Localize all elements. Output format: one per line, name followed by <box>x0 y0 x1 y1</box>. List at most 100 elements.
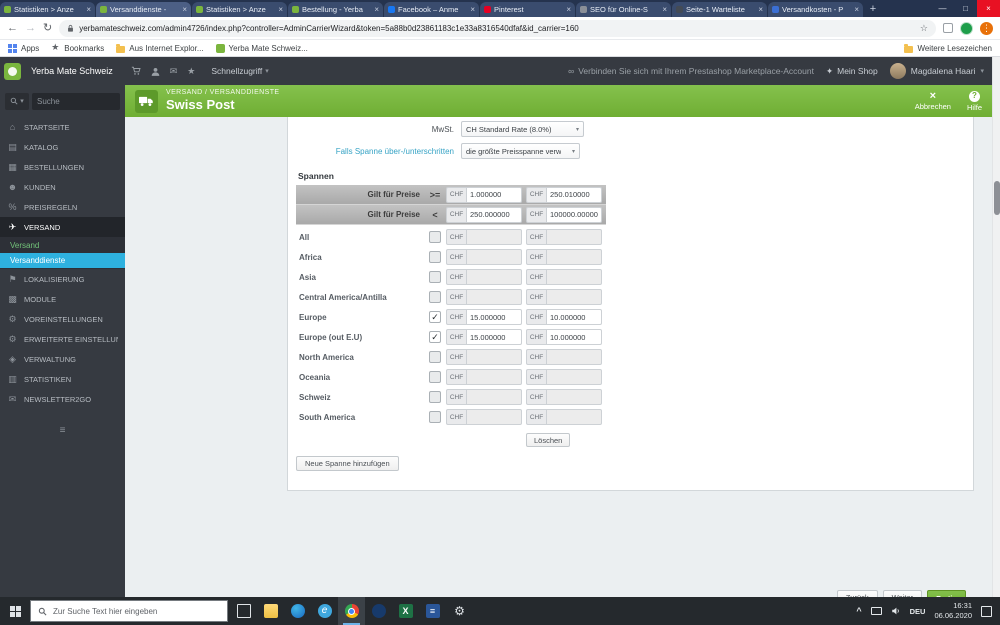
zone-price-range1-input[interactable] <box>466 229 522 245</box>
range2-lower-input[interactable] <box>546 186 602 203</box>
bookmark-item[interactable]: Aus Internet Explor... <box>116 43 204 53</box>
action-center-icon[interactable] <box>981 605 992 617</box>
sidebar-item-shipping[interactable]: ✈ VERSAND <box>0 217 125 237</box>
browser-menu-icon[interactable]: ⋮ <box>980 21 993 35</box>
bookmark-item[interactable]: Yerba Mate Schweiz... <box>215 43 308 53</box>
sidebar-item-advanced[interactable]: ⚙ ERWEITERTE EINSTELLUN... <box>0 329 125 349</box>
tab-close-icon[interactable]: × <box>854 5 859 14</box>
zone-checkbox[interactable] <box>429 351 441 363</box>
tab-close-icon[interactable]: × <box>182 5 187 14</box>
zone-price-range2-input[interactable] <box>546 249 602 265</box>
speaker-icon[interactable] <box>891 606 901 616</box>
clock[interactable]: 16:31 06.06.2020 <box>934 601 972 621</box>
range-behavior-select[interactable]: die größte Preisspanne verw ▾ <box>461 143 580 159</box>
shop-name-link[interactable]: Yerba Mate Schweiz <box>31 66 113 76</box>
taskbar-search[interactable]: Zur Suche Text hier eingeben <box>30 600 228 622</box>
tax-select[interactable]: CH Standard Rate (8.0%) ▾ <box>461 121 584 137</box>
range1-lower-input[interactable] <box>466 186 522 203</box>
zone-price-range2-input[interactable] <box>546 369 602 385</box>
zone-checkbox[interactable]: ✓ <box>429 331 441 343</box>
customers-icon[interactable] <box>151 67 160 76</box>
taskbar-app-writer[interactable] <box>419 597 446 625</box>
quick-access-menu[interactable]: Schnellzugriff ▾ <box>211 66 268 76</box>
sidebar-item-modules[interactable]: ▩ MODULE <box>0 289 125 309</box>
zone-checkbox[interactable] <box>429 291 441 303</box>
zone-price-range2-input[interactable] <box>546 269 602 285</box>
tab-close-icon[interactable]: × <box>662 5 667 14</box>
sidebar-subitem[interactable]: Versand <box>0 238 125 253</box>
sidebar-item-orders[interactable]: ▦ BESTELLUNGEN <box>0 157 125 177</box>
sidebar-collapse-icon[interactable]: ≡ <box>0 425 125 436</box>
bookmark-item[interactable]: Apps <box>8 43 39 53</box>
breadcrumb[interactable]: VERSAND / VERSANDDIENSTE <box>166 89 279 98</box>
taskbar-app-settings[interactable] <box>446 597 473 625</box>
taskbar-app-ie[interactable] <box>311 597 338 625</box>
keyboard-language[interactable]: DEU <box>910 607 926 616</box>
tab-close-icon[interactable]: × <box>758 5 763 14</box>
zone-price-range1-input[interactable] <box>466 249 522 265</box>
sidebar-item-catalog[interactable]: ▤ KATALOG <box>0 137 125 157</box>
sidebar-item-newsletter[interactable]: ✉ NEWSLETTER2GO <box>0 389 125 409</box>
tab-close-icon[interactable]: × <box>86 5 91 14</box>
window-minimize-button[interactable]: — <box>931 0 954 17</box>
taskbar-app-chrome[interactable] <box>338 597 365 625</box>
window-maximize-button[interactable]: □ <box>954 0 977 17</box>
other-bookmarks[interactable]: Weitere Lesezeichen <box>904 43 992 53</box>
sidebar-item-preferences[interactable]: ⚙ VOREINSTELLUNGEN <box>0 309 125 329</box>
range2-upper-input[interactable] <box>546 206 602 223</box>
range1-upper-input[interactable] <box>466 206 522 223</box>
extension-icon[interactable] <box>943 23 953 33</box>
browser-profile-avatar[interactable] <box>960 21 973 35</box>
taskbar-app-mail-app[interactable] <box>365 597 392 625</box>
help-button[interactable]: ? Hilfe <box>967 90 982 112</box>
back-icon[interactable]: ← <box>7 22 18 34</box>
display-icon[interactable] <box>870 607 882 615</box>
browser-tab[interactable]: Facebook – Anme × <box>384 2 479 17</box>
bookmark-item[interactable]: Bookmarks <box>51 43 104 53</box>
sidebar-item-home[interactable]: ⌂ STARTSEITE <box>0 117 125 137</box>
new-tab-button[interactable]: + <box>864 0 882 17</box>
marketplace-link[interactable]: ∞ Verbinden Sie sich mit Ihrem Prestasho… <box>568 66 814 76</box>
zone-price-range2-input[interactable] <box>546 229 602 245</box>
zone-price-range1-input[interactable] <box>466 269 522 285</box>
taskbar-app-file-explorer[interactable] <box>257 597 284 625</box>
finish-button[interactable]: Fertig <box>927 590 966 597</box>
zone-checkbox[interactable] <box>429 391 441 403</box>
window-close-button[interactable]: × <box>977 0 1000 17</box>
zone-price-range1-input[interactable] <box>466 369 522 385</box>
zone-price-range2-input[interactable] <box>546 349 602 365</box>
zone-price-range2-input[interactable] <box>546 309 602 325</box>
zone-price-range1-input[interactable] <box>466 349 522 365</box>
search-scope-dropdown[interactable]: ▾ <box>5 92 29 110</box>
browser-tab[interactable]: Versandkosten - P × <box>768 2 863 17</box>
next-button[interactable]: Weiter <box>882 590 923 597</box>
reload-icon[interactable]: ↻ <box>43 22 52 34</box>
forward-icon[interactable]: → <box>25 22 36 34</box>
zone-checkbox[interactable] <box>429 271 441 283</box>
back-button[interactable]: Zurück <box>836 590 878 597</box>
bookmark-star-icon[interactable]: ☆ <box>920 23 928 34</box>
zone-checkbox[interactable] <box>429 231 441 243</box>
sidebar-item-administration[interactable]: ◈ VERWALTUNG <box>0 349 125 369</box>
address-bar[interactable]: yerbamateschweiz.com/admin4726/index.php… <box>59 19 936 37</box>
cancel-button[interactable]: × Abbrechen <box>915 90 951 112</box>
zone-price-range1-input[interactable] <box>466 289 522 305</box>
delete-range-button[interactable]: Löschen <box>526 433 571 447</box>
taskbar-app-excel[interactable] <box>392 597 419 625</box>
browser-tab[interactable]: Bestellung - Yerba × <box>288 2 383 17</box>
add-range-button[interactable]: Neue Spanne hinzufügen <box>296 456 399 471</box>
medal-icon[interactable]: ★ <box>187 66 195 77</box>
scrollbar-thumb[interactable] <box>994 181 1000 215</box>
tab-close-icon[interactable]: × <box>278 5 283 14</box>
zone-price-range1-input[interactable] <box>466 389 522 405</box>
tab-close-icon[interactable]: × <box>470 5 475 14</box>
zone-price-range1-input[interactable] <box>466 409 522 425</box>
zone-price-range1-input[interactable] <box>466 329 522 345</box>
zone-price-range2-input[interactable] <box>546 389 602 405</box>
browser-tab[interactable]: Seite-1 Warteliste × <box>672 2 767 17</box>
browser-tab[interactable]: SEO für Online-S × <box>576 2 671 17</box>
tray-expand-icon[interactable]: ^ <box>856 606 861 616</box>
zone-checkbox[interactable]: ✓ <box>429 311 441 323</box>
taskbar-app-edge[interactable] <box>284 597 311 625</box>
start-button[interactable] <box>0 597 30 625</box>
